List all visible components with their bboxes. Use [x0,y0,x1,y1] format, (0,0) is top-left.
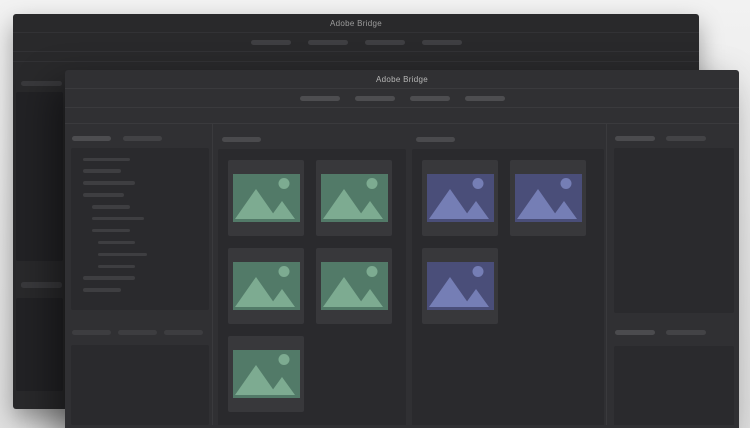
folder-item-placeholder[interactable] [83,288,121,292]
toolbar-button-placeholder[interactable] [364,39,405,45]
thumbnail-grid [218,149,406,425]
image-placeholder-icon [320,174,388,222]
folder-item-placeholder[interactable] [98,240,135,245]
right-sidebar [606,124,739,425]
group-header-placeholder [416,137,455,142]
folder-item-placeholder[interactable] [98,252,147,257]
image-placeholder-icon [320,262,388,310]
desktop-background: Adobe Bridge Adobe Bridge [0,0,750,428]
panel-tab-placeholder[interactable] [118,330,157,335]
image-placeholder-icon [426,262,494,310]
folder-item-placeholder[interactable] [83,193,124,197]
folder-item-placeholder[interactable] [92,216,144,221]
panel-tab-placeholder[interactable] [123,136,162,141]
toolbar-button-placeholder[interactable] [250,39,291,45]
thumbnail-card[interactable] [228,248,304,324]
keywords-panel-placeholder [614,345,734,425]
sidebar-panel-placeholder [16,297,63,391]
panel-tab-placeholder[interactable] [666,136,706,141]
panel-tab-placeholder[interactable] [666,330,706,335]
sidebar-panel-placeholder [16,91,63,261]
folder-item-placeholder[interactable] [92,228,130,233]
image-placeholder-icon [232,262,300,310]
back-window-toolbar [13,33,699,52]
folder-item-placeholder[interactable] [83,181,135,185]
folder-item-placeholder[interactable] [92,205,130,209]
panel-tab-placeholder[interactable] [164,330,203,335]
panel-tab-placeholder[interactable] [615,330,655,335]
thumbnail-card[interactable] [316,160,392,236]
image-placeholder-icon [514,174,582,222]
thumbnail-card[interactable] [228,160,304,236]
image-placeholder-icon [232,174,300,222]
panel-header-placeholder [21,281,62,288]
thumbnail-card[interactable] [510,160,586,236]
thumbnail-card[interactable] [228,336,304,412]
metadata-panel-placeholder [614,147,734,313]
toolbar-button-placeholder[interactable] [299,95,340,101]
toolbar-button-placeholder[interactable] [354,95,395,101]
back-window-subbar [13,52,699,62]
left-sidebar [65,124,213,425]
preview-panel-placeholder [71,345,209,425]
image-placeholder-icon [232,350,300,398]
folder-item-placeholder[interactable] [83,276,135,280]
image-placeholder-icon [426,174,494,222]
folder-item-placeholder[interactable] [83,169,121,173]
panel-tab-placeholder[interactable] [72,330,111,335]
thumbnail-card[interactable] [422,248,498,324]
back-window-sidebar [16,81,63,391]
folder-item-placeholder[interactable] [83,157,130,161]
right-sidebar-tabs [615,136,739,141]
front-window-toolbar [65,89,739,108]
folder-tree-panel [71,147,209,310]
toolbar-button-placeholder[interactable] [307,39,348,45]
group-header-placeholder [222,137,261,142]
folder-item-placeholder[interactable] [98,264,135,269]
window-title: Adobe Bridge [375,74,429,84]
thumbnail-group-purple [412,137,604,425]
window-title: Adobe Bridge [329,18,383,28]
thumbnail-grid [412,149,604,425]
thumbnail-group-green [218,137,406,425]
toolbar-button-placeholder[interactable] [421,39,462,45]
back-window-titlebar[interactable]: Adobe Bridge [13,14,699,33]
left-sidebar-footer-tabs [72,330,209,335]
front-window-body [65,124,739,425]
content-area [213,124,606,425]
left-sidebar-tabs [72,136,209,141]
panel-tab-placeholder[interactable] [615,136,655,141]
toolbar-button-placeholder[interactable] [464,95,505,101]
front-window-titlebar[interactable]: Adobe Bridge [65,70,739,89]
thumbnail-card[interactable] [316,248,392,324]
front-window: Adobe Bridge [65,70,739,428]
right-sidebar-tabs [615,330,739,335]
panel-header-placeholder [21,81,62,86]
front-window-subbar [65,108,739,124]
panel-tab-placeholder[interactable] [72,136,111,141]
toolbar-button-placeholder[interactable] [409,95,450,101]
thumbnail-card[interactable] [422,160,498,236]
